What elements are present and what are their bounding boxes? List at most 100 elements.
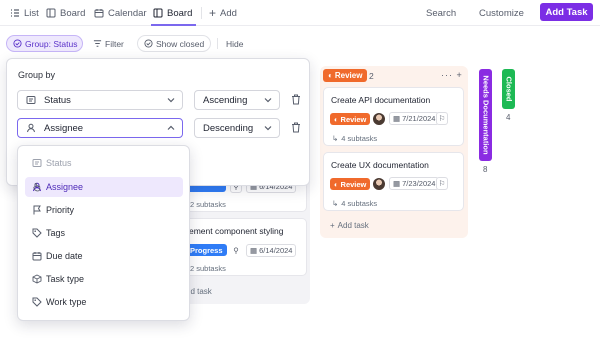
group-field-select[interactable]: Assignee bbox=[17, 118, 183, 138]
tag-icon bbox=[32, 297, 42, 307]
plus-icon[interactable]: + bbox=[457, 70, 463, 80]
chevron-up-icon bbox=[167, 125, 175, 130]
status-label: Review bbox=[340, 179, 367, 189]
due-date-button[interactable]: ▦ 6/14/2024 bbox=[246, 244, 297, 257]
trash-icon[interactable] bbox=[291, 94, 301, 105]
user-icon: ⚲ bbox=[233, 246, 239, 255]
option-priority[interactable]: Priority bbox=[25, 200, 183, 220]
cursor-hand-icon bbox=[33, 183, 41, 192]
trash-icon[interactable] bbox=[291, 122, 301, 133]
subtasks-count[interactable]: ↳ 4 subtasks bbox=[332, 199, 377, 208]
add-task-row[interactable]: + Add task bbox=[330, 221, 369, 230]
search-label: Search bbox=[426, 7, 457, 19]
search-button[interactable]: Search bbox=[422, 5, 456, 21]
due-date-button[interactable]: ▦ 7/23/2024 bbox=[389, 177, 440, 190]
group-field-value: Status bbox=[44, 95, 71, 106]
option-label: Task type bbox=[46, 274, 85, 284]
collapsed-column-closed[interactable]: Closed bbox=[502, 69, 515, 109]
status-icon bbox=[32, 159, 42, 167]
option-label: Work type bbox=[46, 297, 87, 307]
option-status: Status bbox=[25, 153, 183, 173]
collapsed-column-label: Closed bbox=[504, 76, 513, 102]
sort-direction-select[interactable]: Descending bbox=[194, 118, 280, 138]
task-title[interactable]: ement component styling bbox=[189, 226, 284, 236]
assignee-button[interactable]: ⚲ bbox=[230, 244, 242, 257]
tag-icon bbox=[32, 228, 42, 238]
subtasks-count[interactable]: 2 subtasks bbox=[190, 200, 226, 209]
add-task-label: Add task bbox=[337, 221, 369, 230]
status-pill[interactable]: Progress bbox=[186, 244, 227, 256]
column-count: 2 bbox=[369, 71, 374, 81]
chevron-down-icon bbox=[167, 98, 175, 103]
column-status-label: Review bbox=[334, 71, 363, 80]
group-field-select[interactable]: Status bbox=[17, 90, 183, 110]
avatar[interactable] bbox=[373, 113, 385, 125]
priority-button[interactable]: ⚐ bbox=[436, 177, 448, 190]
flag-icon: ⚐ bbox=[438, 179, 446, 188]
sort-direction-select[interactable]: Ascending bbox=[194, 90, 280, 110]
subtasks-icon: ↳ bbox=[332, 199, 339, 208]
show-closed-label: Show closed bbox=[156, 38, 205, 49]
task-title[interactable]: Create API documentation bbox=[331, 95, 430, 105]
filter-button[interactable]: Filter bbox=[93, 35, 124, 52]
task-card[interactable]: Create API documentation ◐ Review ▦ 7/21… bbox=[323, 87, 464, 146]
priority-button[interactable]: ⚐ bbox=[436, 112, 448, 125]
column-status-header[interactable]: ◐ Review bbox=[323, 69, 368, 82]
add-task-button[interactable]: Add Task bbox=[540, 3, 593, 21]
calendar-icon: ▦ bbox=[393, 179, 401, 188]
option-task-type[interactable]: Task type bbox=[25, 269, 183, 289]
subtasks-icon: ↳ bbox=[332, 134, 339, 143]
cube-icon bbox=[32, 274, 42, 284]
avatar[interactable] bbox=[373, 178, 385, 190]
sort-direction-value: Descending bbox=[203, 123, 254, 134]
subtasks-count[interactable]: 2 subtasks bbox=[190, 264, 226, 273]
collapsed-column-needs-documentation[interactable]: Needs Documentation bbox=[479, 69, 492, 161]
more-icon[interactable]: ··· bbox=[441, 70, 453, 80]
option-tags[interactable]: Tags bbox=[25, 223, 183, 243]
collapsed-column-count: 8 bbox=[483, 165, 488, 174]
option-label: Assignee bbox=[46, 182, 84, 192]
group-by-title: Group by bbox=[18, 70, 56, 80]
option-due-date[interactable]: Due date bbox=[25, 246, 183, 266]
subtasks-text: 4 subtasks bbox=[341, 134, 378, 143]
due-date-button[interactable]: ▦ 7/21/2024 bbox=[389, 112, 440, 125]
collapsed-column-count: 4 bbox=[506, 113, 511, 122]
show-closed-chip[interactable]: Show closed bbox=[137, 35, 212, 52]
option-assignee[interactable]: Assignee bbox=[25, 177, 183, 197]
tab-calendar[interactable]: Calendar bbox=[94, 5, 147, 21]
task-card[interactable]: Create UX documentation ◐ Review ▦ 7/23/… bbox=[323, 152, 464, 211]
task-card[interactable]: ement component styling Progress ⚲ ▦ 6/1… bbox=[185, 218, 307, 276]
option-label: Due date bbox=[46, 251, 83, 261]
sort-direction-value: Ascending bbox=[203, 95, 248, 106]
tab-list[interactable]: List bbox=[10, 5, 39, 21]
filter-icon bbox=[93, 40, 102, 47]
chevron-down-icon bbox=[264, 126, 272, 131]
group-by-label: Group: Status bbox=[25, 38, 78, 49]
option-label: Tags bbox=[46, 228, 66, 238]
add-view-button[interactable]: + Add bbox=[209, 5, 237, 21]
task-title[interactable]: Create UX documentation bbox=[331, 160, 429, 170]
tab-board[interactable]: Board bbox=[46, 5, 85, 21]
board-icon bbox=[46, 8, 56, 18]
tab-list-label: List bbox=[24, 7, 39, 19]
status-label: Review bbox=[340, 114, 367, 124]
customize-button[interactable]: Customize bbox=[475, 5, 524, 21]
plus-icon: + bbox=[209, 6, 217, 20]
calendar-icon: ▦ bbox=[393, 114, 401, 123]
tab-board-active[interactable]: Board bbox=[153, 5, 192, 21]
tab-board-label: Board bbox=[60, 7, 86, 19]
due-date: 7/23/2024 bbox=[402, 179, 436, 188]
layers-icon bbox=[13, 39, 22, 48]
divider bbox=[217, 38, 218, 49]
status-pill[interactable]: ◐ Review bbox=[330, 178, 371, 190]
subtasks-count[interactable]: ↳ 4 subtasks bbox=[332, 134, 377, 143]
hide-button[interactable]: Hide bbox=[226, 35, 243, 52]
option-work-type[interactable]: Work type bbox=[25, 292, 183, 312]
due-date: 6/14/2024 bbox=[259, 246, 293, 255]
group-by-chip[interactable]: Group: Status bbox=[6, 35, 83, 52]
status-pill[interactable]: ◐ Review bbox=[330, 113, 371, 125]
calendar-icon bbox=[94, 9, 104, 18]
calendar-icon bbox=[32, 252, 42, 261]
status-icon: ◐ bbox=[334, 114, 339, 124]
collapsed-column-label: Needs Documentation bbox=[481, 75, 490, 155]
